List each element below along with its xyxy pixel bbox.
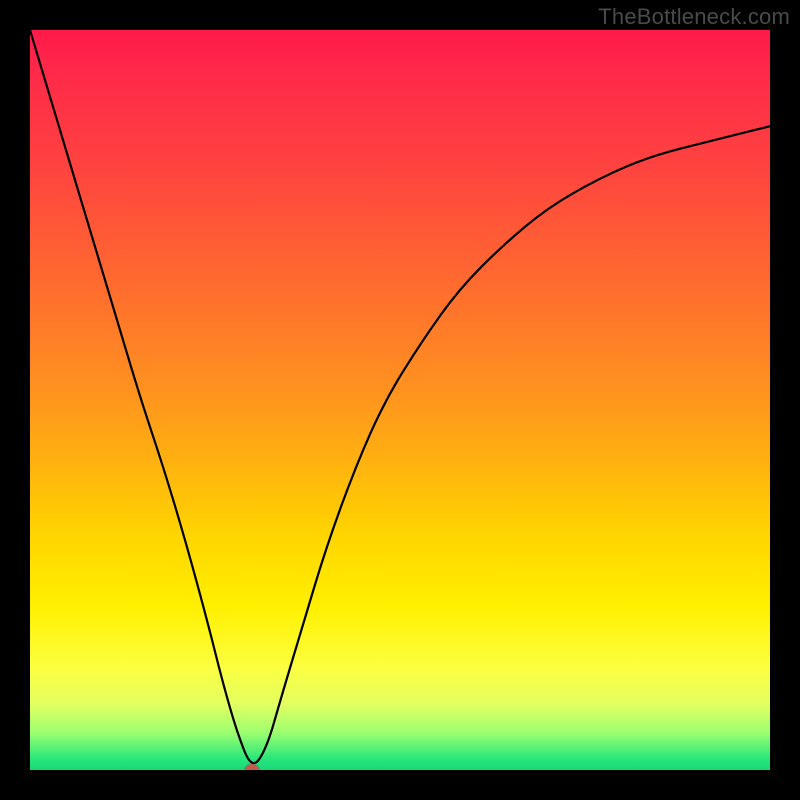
minimum-marker	[245, 764, 259, 770]
plot-area	[30, 30, 770, 770]
watermark-text: TheBottleneck.com	[598, 4, 790, 30]
bottleneck-curve	[30, 30, 770, 770]
chart-frame: TheBottleneck.com	[0, 0, 800, 800]
